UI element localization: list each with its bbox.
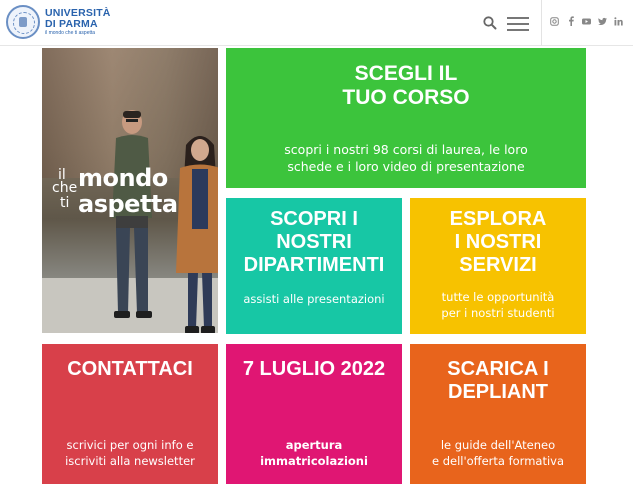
tile-choose-course-title: SCEGLI IL TUO CORSO [226, 62, 586, 110]
tile-departments-subtitle: assisti alle presentazioni [230, 292, 398, 308]
tile-contact[interactable]: CONTATTACI scrivici per ogni info e iscr… [42, 344, 218, 484]
tile-subtitle-line: assisti alle presentazioni [243, 292, 385, 306]
slogan-word-aspetta: aspetta [78, 190, 178, 218]
tile-subtitle-line: scrivici per ogni info e [66, 438, 194, 452]
university-seal-icon [6, 5, 40, 39]
logo-name-line1: UNIVERSITÀ [45, 7, 111, 19]
tile-services[interactable]: ESPLORA I NOSTRI SERVIZI tutte le opport… [410, 198, 586, 334]
tile-title-line: NOSTRI [276, 231, 352, 253]
tile-title-line: DEPLIANT [448, 381, 548, 403]
tile-subtitle-line: immatricolazioni [260, 453, 368, 468]
logo-text: UNIVERSITÀ DI PARMA il mondo che ti aspe… [45, 8, 111, 36]
instagram-icon[interactable] [550, 15, 559, 27]
tile-departments[interactable]: SCOPRI I NOSTRI DIPARTIMENTI assisti all… [226, 198, 402, 334]
tile-download-brochures-title: SCARICA I DEPLIANT [410, 358, 586, 404]
hamburger-menu-icon[interactable] [507, 15, 529, 31]
tile-choose-course[interactable]: SCEGLI IL TUO CORSO scopri i nostri 98 c… [226, 48, 586, 188]
tile-title-line: TUO CORSO [342, 86, 470, 110]
student-male-figure [112, 110, 152, 318]
tile-subtitle-line: per i nostri studenti [441, 305, 555, 320]
facebook-icon[interactable] [566, 15, 575, 27]
student-female-figure [176, 136, 218, 333]
tile-subtitle-line: schede e i loro video di presentazione [287, 158, 525, 174]
tile-title-line: I NOSTRI [454, 231, 542, 253]
header-divider [541, 0, 542, 46]
search-icon[interactable] [482, 15, 498, 31]
linkedin-icon[interactable] [614, 15, 623, 27]
tile-download-brochures[interactable]: SCARICA I DEPLIANT le guide dell'Ateneo … [410, 344, 586, 484]
tile-subtitle-line: e dell'offerta formativa [431, 453, 565, 468]
tile-title-line: SCOPRI I [270, 208, 358, 230]
social-links [550, 15, 623, 27]
tile-contact-title: CONTATTACI [42, 358, 218, 381]
slogan-word-che: che [52, 180, 78, 196]
slogan-word-mondo: mondo [78, 164, 168, 192]
tile-title-line: SCARICA I [447, 358, 549, 380]
tile-download-brochures-subtitle: le guide dell'Ateneo e dell'offerta form… [414, 438, 582, 469]
hero-photo-tile[interactable]: il mondo che ti aspetta [42, 48, 218, 333]
tile-title-line: SERVIZI [459, 254, 537, 276]
tile-choose-course-subtitle: scopri i nostri 98 corsi di laurea, le l… [230, 142, 582, 176]
tile-services-subtitle: tutte le opportunità per i nostri studen… [414, 290, 582, 321]
university-logo[interactable]: UNIVERSITÀ DI PARMA il mondo che ti aspe… [6, 5, 111, 39]
twitter-icon[interactable] [598, 15, 607, 27]
slogan-word-ti: ti [60, 195, 70, 211]
tile-services-title: ESPLORA I NOSTRI SERVIZI [410, 208, 586, 277]
tile-title-line: SCEGLI IL [354, 62, 458, 85]
tile-enrollment-date[interactable]: 7 LUGLIO 2022 apertura immatricolazioni [226, 344, 402, 484]
tile-subtitle-line: scopri i nostri 98 corsi di laurea, le l… [284, 142, 528, 157]
tile-enrollment-date-title: 7 LUGLIO 2022 [226, 358, 402, 381]
youtube-icon[interactable] [582, 15, 591, 27]
site-header: UNIVERSITÀ DI PARMA il mondo che ti aspe… [0, 0, 633, 46]
tile-departments-title: SCOPRI I NOSTRI DIPARTIMENTI [226, 208, 402, 277]
logo-name-line2: DI PARMA [45, 17, 98, 30]
tile-title-line: DIPARTIMENTI [243, 254, 385, 276]
logo-tagline: il mondo che ti aspetta [45, 30, 96, 36]
tile-enrollment-date-subtitle: apertura immatricolazioni [230, 438, 398, 469]
tile-contact-subtitle: scrivici per ogni info e iscriviti alla … [46, 438, 214, 469]
tile-subtitle-line: apertura [285, 438, 343, 452]
tile-subtitle-line: iscriviti alla newsletter [65, 453, 195, 468]
tile-subtitle-line: tutte le opportunità [441, 290, 555, 304]
tile-title-line: 7 LUGLIO 2022 [242, 358, 386, 380]
tile-title-line: CONTATTACI [67, 358, 193, 380]
tile-title-line: ESPLORA [449, 208, 547, 230]
tile-subtitle-line: le guide dell'Ateneo [440, 438, 556, 452]
